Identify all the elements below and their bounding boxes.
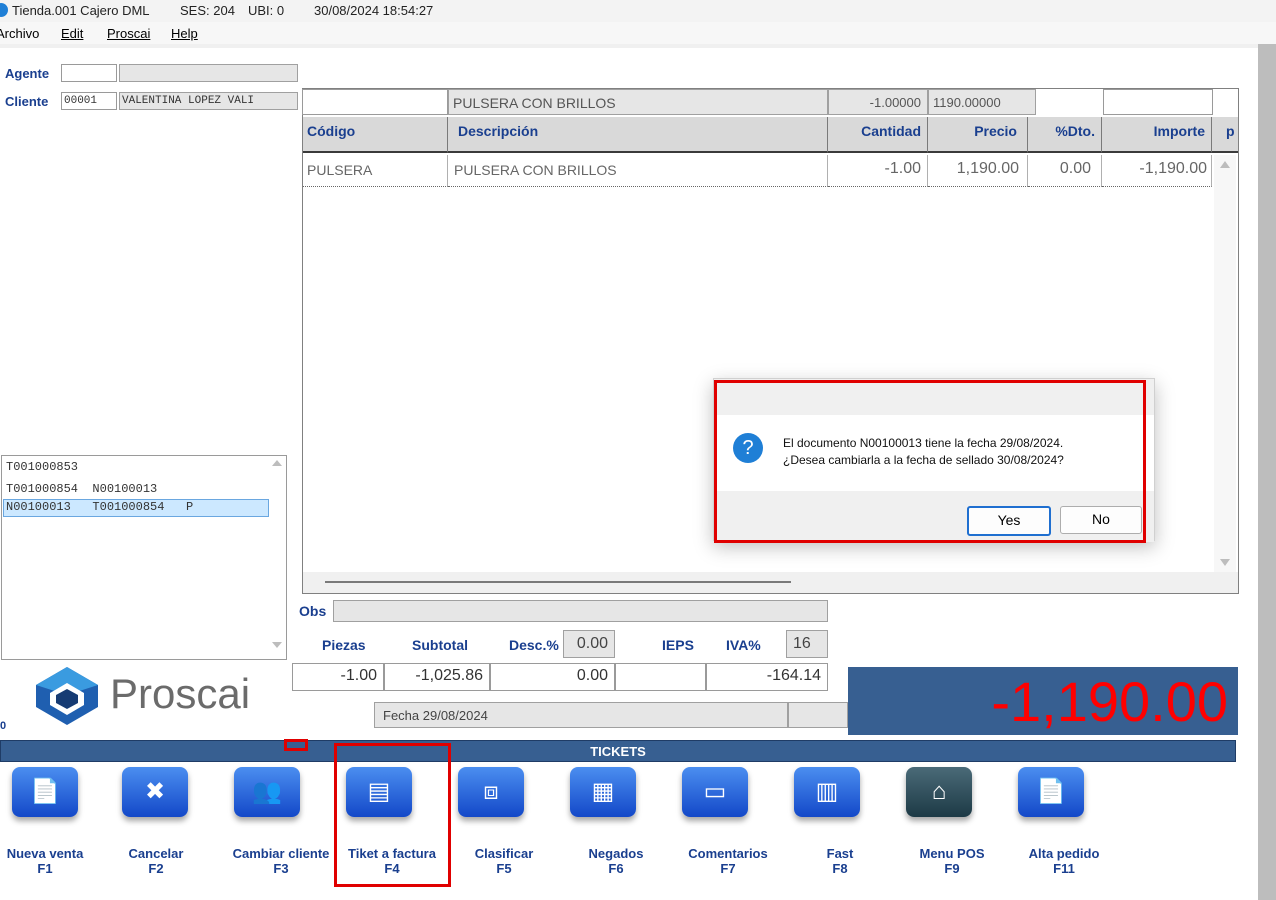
cancelar-label[interactable]: Cancelar F2 — [101, 846, 211, 876]
cliente-code-field[interactable]: 00001 — [61, 92, 117, 110]
subtotal-value: -1,025.86 — [384, 663, 490, 691]
menu-pos-button[interactable]: ⌂ — [906, 767, 972, 817]
left-digit: 0 — [0, 720, 7, 732]
cliente-name-field: VALENTINA LOPEZ VALI — [119, 92, 298, 110]
fast-button[interactable]: ▥ — [794, 767, 860, 817]
col-p[interactable]: p — [1212, 117, 1238, 153]
obs-label: Obs — [299, 603, 327, 619]
nueva-venta-button[interactable]: 📄 — [12, 767, 78, 817]
list-item[interactable]: T001000854 N00100013 — [6, 482, 157, 496]
cambiar-cliente-label[interactable]: Cambiar cliente F3 — [226, 846, 336, 876]
grid-vscroll[interactable] — [1214, 155, 1236, 575]
iva-rate-field[interactable]: 16 — [786, 630, 828, 658]
list-item-selected[interactable]: N00100013 T001000854 P — [3, 499, 269, 517]
clasificar-button[interactable]: ⧈ — [458, 767, 524, 817]
comentarios-button[interactable]: ▭ — [682, 767, 748, 817]
menu-pos-label[interactable]: Menu POS F9 — [897, 846, 1007, 876]
cell-cantidad[interactable]: -1.00 — [828, 155, 928, 187]
col-dto[interactable]: %Dto. — [1028, 117, 1102, 153]
hscroll-thumb[interactable] — [325, 581, 791, 583]
menu-help[interactable]: Help — [171, 26, 198, 41]
cell-dto[interactable]: 0.00 — [1028, 155, 1102, 187]
table-icon: ▥ — [815, 778, 839, 805]
scroll-down-icon[interactable] — [1220, 559, 1230, 566]
negados-label[interactable]: Negados F6 — [561, 846, 671, 876]
col-descripcion[interactable]: Descripción — [448, 117, 828, 153]
cell-codigo[interactable]: PULSERA — [303, 155, 448, 187]
fecha-field: Fecha 29/08/2024 — [374, 702, 788, 728]
home-icon: ⌂ — [931, 778, 947, 805]
grid-hscroll[interactable] — [303, 572, 1238, 593]
new-order-icon: 📄 — [1036, 778, 1066, 805]
clasificar-label[interactable]: Clasificar F5 — [449, 846, 559, 876]
tickets-bar: TICKETS — [0, 740, 1236, 762]
session-info: SES: 204 — [180, 3, 235, 18]
desc-label: Desc.% — [509, 637, 559, 653]
list-item[interactable]: T001000853 — [6, 460, 78, 474]
obs-field[interactable] — [333, 600, 828, 622]
cambiar-cliente-button[interactable]: 👥 — [234, 767, 300, 817]
cell-importe[interactable]: -1,190.00 — [1102, 155, 1212, 187]
col-cantidad[interactable]: Cantidad — [828, 117, 928, 153]
grid-icon: ▦ — [591, 778, 615, 805]
col-importe[interactable]: Importe — [1102, 117, 1212, 153]
ieps-label: IEPS — [662, 637, 694, 653]
menu-proscai[interactable]: Proscai — [107, 26, 150, 41]
agente-name-field — [119, 64, 298, 82]
window-title: Tienda.001 Cajero DML — [12, 3, 150, 18]
agente-label: Agente — [5, 66, 50, 81]
ieps-value — [615, 663, 706, 691]
documents-list[interactable]: T001000853 T001000854 N00100013 N0010001… — [1, 455, 287, 660]
ubi-info: UBI: 0 — [248, 3, 285, 18]
proscai-logo-icon — [32, 665, 102, 727]
entry-importe-input[interactable] — [1103, 89, 1213, 115]
cancel-document-icon: ✖ — [144, 778, 166, 805]
app-icon — [0, 3, 8, 17]
cell-descripcion[interactable]: PULSERA CON BRILLOS — [448, 155, 828, 187]
menu-edit[interactable]: Edit — [61, 26, 83, 41]
highlight-box-f4 — [334, 743, 451, 887]
entry-cantidad[interactable]: -1.00000 — [828, 89, 928, 115]
iva-label: IVA% — [726, 637, 761, 653]
brand-name: Proscai — [110, 670, 251, 717]
subtotal-label: Subtotal — [412, 637, 468, 653]
descuento-value: 0.00 — [490, 663, 615, 691]
nueva-venta-label[interactable]: Nueva venta F1 — [0, 846, 100, 876]
title-bar: Tienda.001 Cajero DML SES: 204 UBI: 0 30… — [0, 0, 1276, 22]
menu-archivo[interactable]: Archivo — [0, 26, 39, 41]
alta-pedido-button[interactable]: 📄 — [1018, 767, 1084, 817]
window-scrollbar[interactable] — [1258, 44, 1276, 900]
agente-code-field[interactable] — [61, 64, 117, 82]
scroll-up-icon[interactable] — [1220, 161, 1230, 168]
menu-bar: Archivo Edit Proscai Help — [0, 22, 1276, 44]
col-codigo[interactable]: Código — [303, 117, 448, 153]
highlight-box-dialog — [714, 380, 1146, 543]
tree-icon: ⧈ — [483, 778, 499, 805]
entry-precio[interactable]: 1190.00000 — [928, 89, 1036, 115]
iva-value: -164.14 — [706, 663, 828, 691]
list-scroll-up-icon[interactable] — [272, 460, 282, 466]
users-icon: 👥 — [252, 778, 282, 805]
grand-total: -1,190.00 — [848, 667, 1238, 735]
comment-icon: ▭ — [703, 778, 727, 805]
desc-field[interactable]: 0.00 — [563, 630, 615, 658]
alta-pedido-label[interactable]: Alta pedido F11 — [1009, 846, 1119, 876]
cell-precio[interactable]: 1,190.00 — [928, 155, 1028, 187]
datetime: 30/08/2024 18:54:27 — [314, 3, 434, 18]
new-document-icon: 📄 — [30, 778, 60, 805]
comentarios-label[interactable]: Comentarios F7 — [673, 846, 783, 876]
piezas-label: Piezas — [322, 637, 366, 653]
col-precio[interactable]: Precio — [928, 117, 1028, 153]
piezas-value: -1.00 — [292, 663, 384, 691]
cliente-label: Cliente — [5, 94, 49, 109]
fecha-extra-field — [788, 702, 848, 728]
entry-descripcion: PULSERA CON BRILLOS — [448, 89, 828, 115]
highlight-box-small — [284, 739, 308, 751]
fast-label[interactable]: Fast F8 — [785, 846, 895, 876]
list-scroll-down-icon[interactable] — [272, 642, 282, 648]
entry-codigo-input[interactable] — [302, 89, 448, 115]
negados-button[interactable]: ▦ — [570, 767, 636, 817]
cancelar-button[interactable]: ✖ — [122, 767, 188, 817]
